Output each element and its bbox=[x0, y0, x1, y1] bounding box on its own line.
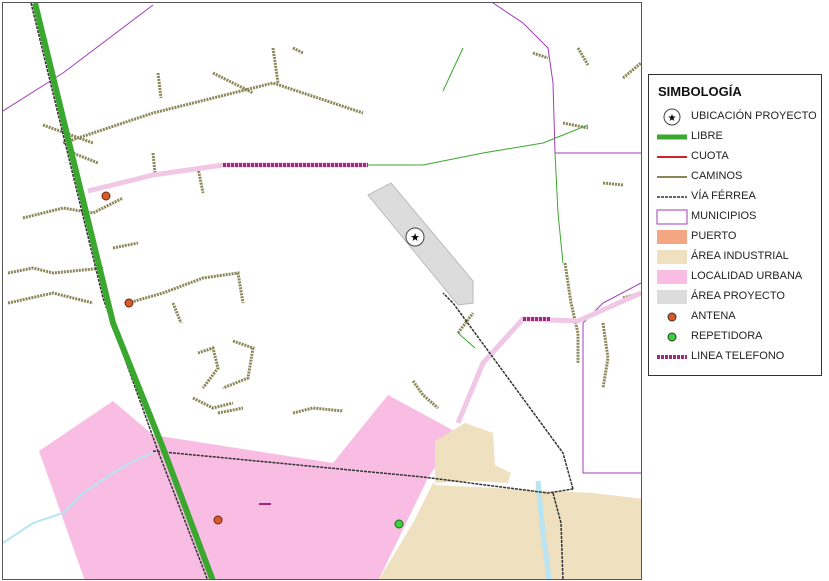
repeater-dot-icon bbox=[667, 332, 677, 342]
svg-text:★: ★ bbox=[668, 113, 677, 124]
antenna-dot-icon bbox=[101, 191, 111, 201]
legend-item-via: VÍA FÉRREA bbox=[655, 187, 821, 207]
repeater-dot-icon bbox=[394, 519, 404, 529]
legend-item-caminos: CAMINOS bbox=[655, 167, 821, 187]
legend-symbol-industrial bbox=[657, 250, 687, 264]
antenna-dot-icon bbox=[213, 515, 223, 525]
legend-symbol-via bbox=[657, 196, 687, 198]
map-canvas[interactable]: ★ bbox=[3, 3, 641, 579]
antenna-dot-icon bbox=[667, 312, 677, 322]
svg-text:★: ★ bbox=[410, 231, 420, 244]
legend-label-proyecto: ÁREA PROYECTO bbox=[691, 290, 785, 302]
project-area: ★ bbox=[367, 182, 474, 306]
legend-label-puerto: PUERTO bbox=[691, 230, 737, 242]
legend-item-libre: LIBRE bbox=[655, 127, 821, 147]
legend-label-industrial: ÁREA INDUSTRIAL bbox=[691, 250, 789, 262]
legend-item-proyecto: ÁREA PROYECTO bbox=[655, 287, 821, 307]
legend-label-ubicacion: UBICACIÓN PROYECTO bbox=[691, 110, 817, 122]
legend-label-via: VÍA FÉRREA bbox=[691, 190, 756, 202]
legend-label-telefono: LINEA TELEFONO bbox=[691, 350, 785, 362]
legend-symbol-libre bbox=[657, 134, 687, 140]
antenna-dot-icon bbox=[124, 298, 134, 308]
legend-item-industrial: ÁREA INDUSTRIAL bbox=[655, 247, 821, 267]
star-circle-icon: ★ bbox=[663, 108, 681, 126]
legend-item-cuota: CUOTA bbox=[655, 147, 821, 167]
legend-label-antena: ANTENA bbox=[691, 310, 736, 322]
legend-item-municipios: MUNICIPIOS bbox=[655, 207, 821, 227]
legend-symbol-puerto bbox=[657, 230, 687, 244]
rural-roads bbox=[7, 46, 641, 415]
telephone-line bbox=[87, 162, 641, 424]
municipal-boundaries bbox=[3, 3, 641, 474]
legend-symbol-proyecto bbox=[657, 290, 687, 304]
legend-symbol-caminos bbox=[657, 176, 687, 178]
legend-label-cuota: CUOTA bbox=[691, 150, 729, 162]
legend-item-ubicacion: ★ UBICACIÓN PROYECTO bbox=[655, 107, 821, 127]
legend-label-municipios: MUNICIPIOS bbox=[691, 210, 757, 222]
legend-label-repetidora: REPETIDORA bbox=[691, 330, 763, 342]
map-frame[interactable]: ★ bbox=[2, 2, 642, 580]
legend-symbol-cuota bbox=[657, 156, 687, 158]
legend-item-urbana: LOCALIDAD URBANA bbox=[655, 267, 821, 287]
legend-symbol-telefono bbox=[657, 355, 687, 359]
legend-title: SIMBOLOGÍA bbox=[658, 84, 742, 99]
legend-label-caminos: CAMINOS bbox=[691, 170, 743, 182]
legend-item-puerto: PUERTO bbox=[655, 227, 821, 247]
legend-label-libre: LIBRE bbox=[691, 130, 723, 142]
legend-symbol-municipios bbox=[656, 209, 688, 225]
legend: SIMBOLOGÍA ★ UBICACIÓN PROYECTO LIBRE CUOTA… bbox=[648, 74, 822, 376]
legend-item-antena: ANTENA bbox=[655, 307, 821, 327]
urban-area bbox=[39, 395, 458, 579]
legend-item-repetidora: REPETIDORA bbox=[655, 327, 821, 347]
legend-label-urbana: LOCALIDAD URBANA bbox=[691, 270, 803, 282]
legend-symbol-urbana bbox=[657, 270, 687, 284]
legend-item-telefono: LINEA TELEFONO bbox=[655, 347, 821, 367]
